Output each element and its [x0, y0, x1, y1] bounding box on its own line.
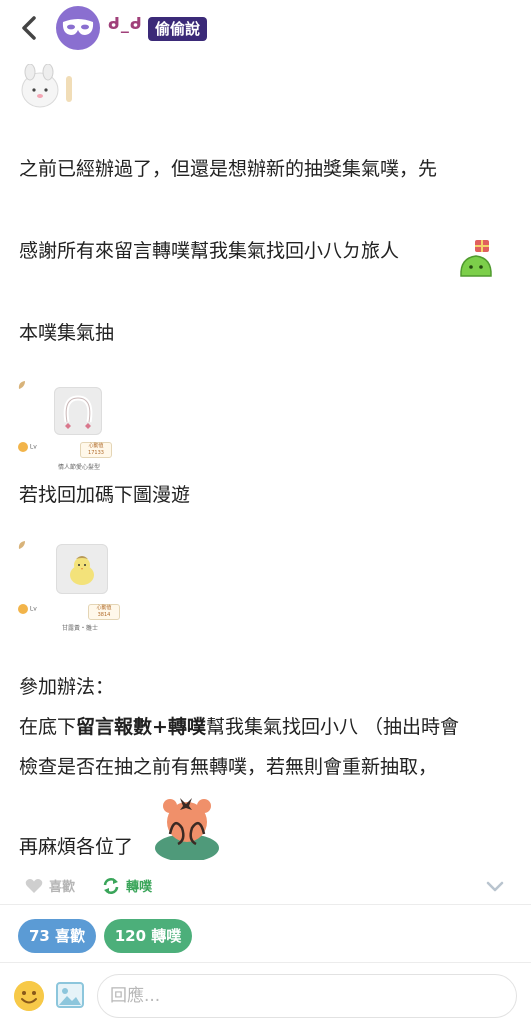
post-text-line: 在底下留言報數+轉噗幫我集氣找回小八 （抽出時會 [19, 716, 459, 738]
nickname[interactable]: ᑯ_ᑯ [108, 14, 143, 33]
post-text-line: 若找回加碼下圖漫遊 [19, 484, 191, 506]
heart-hair-icon [63, 395, 93, 429]
reply-bar [0, 968, 531, 1024]
post-text-line: 再麻煩各位了 [19, 836, 134, 858]
emoji-icon[interactable] [14, 981, 44, 1011]
post-text-line: 之前已經辦過了，但還是想辦新的抽獎集氣噗，先 [19, 158, 438, 180]
thumb-caption: 情人節愛心髮型 [58, 464, 101, 471]
post-text-line: 檢查是否在抽之前有無轉噗，若無則會重新抽取， [19, 756, 438, 778]
prize-image-1[interactable]: Lv 心動值 17133 情人節愛心髮型 [18, 380, 118, 472]
like-button[interactable]: 喜歡 [25, 876, 75, 895]
header-bar: ᑯ_ᑯ 偷偷說 [0, 0, 531, 58]
bunny-sticker-icon [21, 64, 72, 108]
bear-emoticon-icon [155, 798, 219, 860]
replurk-icon [103, 877, 119, 894]
post-actions: 喜歡 轉噗 [0, 866, 531, 904]
leaf-icon [18, 541, 25, 549]
chick-item-image [56, 544, 108, 594]
reply-input[interactable] [97, 974, 517, 1018]
divider [0, 962, 531, 963]
leaf-icon [18, 381, 25, 389]
image-upload-icon[interactable] [56, 982, 84, 1008]
chick-icon [70, 556, 94, 585]
hair-item-image [54, 387, 102, 435]
replurks-count-pill[interactable]: 120 轉噗 [104, 919, 192, 953]
mask-icon [62, 19, 94, 35]
thumb-level: Lv [18, 604, 37, 614]
replurk-button[interactable]: 轉噗 [102, 876, 152, 895]
back-arrow-icon[interactable] [16, 12, 42, 44]
post-text-line: 本噗集氣抽 [19, 322, 115, 344]
divider [0, 904, 531, 905]
slime-gift-emoticon-icon [460, 240, 492, 277]
post-text-line: 參加辦法： [19, 676, 115, 698]
anonymous-badge: 偷偷說 [148, 17, 208, 41]
thumb-level: Lv [18, 442, 37, 452]
heart-icon [25, 878, 43, 893]
avatar[interactable] [56, 6, 100, 50]
likes-count-pill[interactable]: 73 喜歡 [18, 919, 96, 953]
post-text-line: 感謝所有來留言轉噗幫我集氣找回小八ㄉ旅人 [19, 240, 400, 262]
thumb-score-tag: 心動值 17133 [80, 442, 112, 458]
chevron-down-icon[interactable] [485, 876, 505, 896]
prize-image-2[interactable]: Lv 心動值 3814 甘露黃・雛士 [18, 540, 122, 634]
thumb-caption: 甘露黃・雛士 [62, 625, 99, 632]
thumb-score-tag: 心動值 3814 [88, 604, 120, 620]
